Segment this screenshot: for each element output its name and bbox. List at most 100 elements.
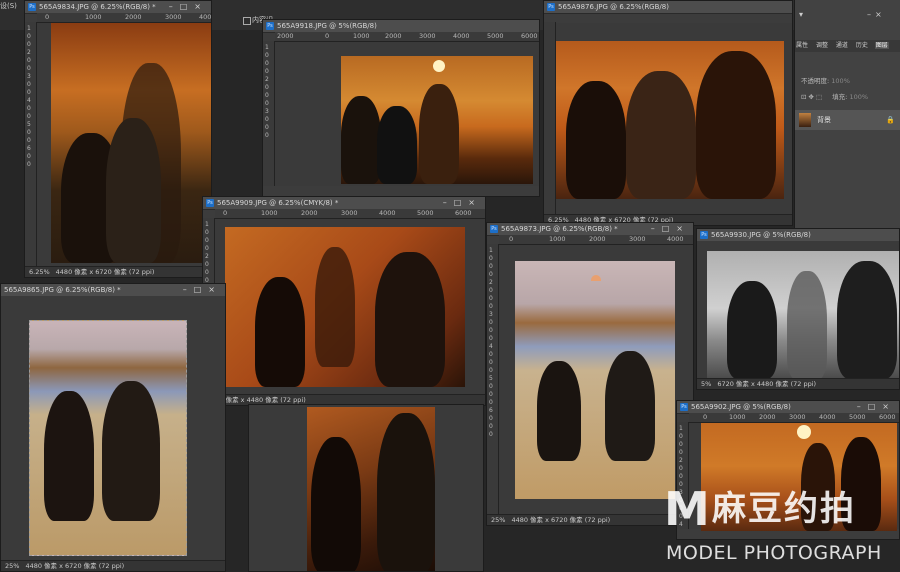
dropdown-icon[interactable]: ▾	[799, 10, 807, 19]
ruler-digit: 0	[27, 33, 31, 40]
tab-channels[interactable]: 通道	[835, 42, 849, 49]
ruler-digit: 0	[489, 295, 493, 302]
tab-history[interactable]: 历史	[855, 42, 869, 49]
photo-couple-seated-beach	[515, 261, 675, 499]
document-canvas[interactable]	[37, 23, 211, 267]
ruler-tick-label: 4000	[199, 13, 211, 21]
ruler-digit: 0	[489, 351, 493, 358]
ruler-tick-label: 0	[223, 209, 228, 217]
ruler-digit: 0	[489, 287, 493, 294]
window-controls[interactable]: –□×	[183, 284, 222, 296]
ruler-digit: 5	[489, 375, 493, 382]
window-title-bar[interactable]: Ps 565A9876.JPG @ 6.25%(RGB/8)	[544, 1, 792, 14]
layer-row-background[interactable]: 背景 🔒	[795, 110, 900, 130]
document-window-center[interactable]	[248, 404, 484, 572]
ruler-digit: 1	[205, 221, 209, 228]
opacity-row[interactable]: 不透明度: 100%	[801, 76, 897, 87]
photoshop-document-icon: Ps	[547, 3, 555, 11]
ruler-digit: 2	[679, 457, 683, 464]
ruler-digit: 0	[489, 335, 493, 342]
zoom-level: 25%	[491, 516, 506, 524]
fill-row[interactable]: ⊡ ✥ ⬚ 填充: 100%	[801, 92, 897, 103]
ruler-tick-label: 2000	[277, 32, 294, 40]
menu-fragment[interactable]: 设(S)	[0, 1, 17, 11]
layers-panel[interactable]: ▾ –× 属性 调整 通道 历史 图层 不透明度: 100% ⊡ ✥ ⬚ 填充: 1…	[794, 0, 900, 228]
ruler-digit: 0	[205, 269, 209, 276]
photoshop-document-icon: Ps	[206, 199, 214, 207]
tab-properties[interactable]: 属性	[795, 42, 809, 49]
photo-couple-seated-chairs	[29, 320, 187, 556]
document-window-565A9865[interactable]: 565A9865.JPG @ 6.25%(RGB/8) * –□× 25% 4480…	[0, 283, 226, 572]
watermark-chinese-text: 麻豆约拍	[712, 489, 856, 529]
document-canvas[interactable]	[1, 296, 225, 561]
vertical-ruler: 100020003000	[263, 41, 275, 186]
window-controls[interactable]: –□×	[169, 1, 208, 13]
watermark-logo: M	[664, 482, 710, 536]
ruler-digit: 5	[27, 121, 31, 128]
document-window-565A9909[interactable]: Ps 565A9909.JPG @ 6.25%(CMYK/8) * –□× 0 10…	[202, 196, 486, 406]
ruler-tick-label: 3000	[419, 32, 436, 40]
document-canvas[interactable]	[499, 245, 693, 515]
ruler-tick-label: 0	[703, 413, 708, 421]
ruler-digit: 0	[489, 359, 493, 366]
minimize-icon[interactable]: –	[867, 10, 875, 19]
ruler-digit: 0	[265, 116, 269, 123]
ruler-digit: 0	[265, 52, 269, 59]
ruler-digit: 6	[489, 407, 493, 414]
panel-toolbar: ▾ –×	[799, 10, 897, 26]
document-window-565A9873[interactable]: Ps 565A9873.JPG @ 6.25%(RGB/8) * –□× 0 100…	[486, 222, 694, 526]
ruler-digit: 0	[265, 60, 269, 67]
ruler-digit: 0	[27, 129, 31, 136]
ruler-digit: 0	[27, 65, 31, 72]
status-bar: 5% 6720 像素 x 4480 像素 (72 ppi)	[697, 378, 899, 389]
ruler-tick-label: 2000	[125, 13, 142, 21]
lock-icons[interactable]: ⊡ ✥ ⬚	[801, 93, 822, 101]
photoshop-document-icon: Ps	[680, 403, 688, 411]
window-title: 565A9930.JPG @ 5%(RGB/8)	[711, 231, 811, 239]
document-canvas[interactable]	[249, 405, 483, 571]
document-window-565A9918[interactable]: Ps 565A9918.JPG @ 5%(RGB/8) 2000 0 1000 2…	[262, 19, 540, 197]
ruler-tick-label: 1000	[85, 13, 102, 21]
ruler-tick-label: 6000	[879, 413, 896, 421]
close-icon[interactable]: ×	[875, 10, 886, 19]
window-controls[interactable]: –□×	[443, 197, 482, 209]
window-controls[interactable]: –□×	[857, 401, 896, 413]
horizontal-ruler: 0 1000 2000 3000 4000 5000 6000	[215, 209, 485, 219]
ruler-digit: 0	[265, 132, 269, 139]
zoom-level: 6.25%	[29, 268, 50, 276]
document-canvas[interactable]	[697, 241, 899, 379]
document-canvas[interactable]	[556, 23, 792, 215]
ruler-tick-label: 0	[45, 13, 50, 21]
horizontal-ruler: 0 1000 2000 3000 4000	[37, 13, 211, 23]
panel-tabs[interactable]: 属性 调整 通道 历史 图层	[795, 40, 900, 52]
photo-couple-closeup-shadows	[556, 41, 784, 199]
document-window-565A9834[interactable]: Ps 565A9834.JPG @ 6.25%(RGB/8) * –□× 0 100…	[24, 0, 212, 278]
opacity-value[interactable]: 100%	[831, 77, 850, 85]
ruler-digit: 3	[489, 311, 493, 318]
layer-thumbnail	[799, 113, 811, 127]
ruler-digit: 0	[27, 105, 31, 112]
ruler-digit: 0	[265, 84, 269, 91]
ruler-digit: 0	[489, 271, 493, 278]
ruler-digit: 0	[27, 57, 31, 64]
horizontal-ruler: 0 1000 2000 3000 4000 5000 6000	[689, 413, 899, 423]
content-aware-checkbox[interactable]	[243, 17, 251, 25]
window-title: 565A9909.JPG @ 6.25%(CMYK/8) *	[217, 199, 339, 207]
fill-value[interactable]: 100%	[849, 93, 868, 101]
tab-adjustments[interactable]: 调整	[815, 42, 829, 49]
document-canvas[interactable]	[215, 219, 485, 395]
document-window-565A9876[interactable]: Ps 565A9876.JPG @ 6.25%(RGB/8) 6.25% 4480 …	[543, 0, 793, 226]
ruler-digit: 0	[489, 367, 493, 374]
tab-layers[interactable]: 图层	[874, 42, 889, 49]
window-title: 565A9902.JPG @ 5%(RGB/8)	[691, 403, 791, 411]
watermark: M 麻豆约拍 MODEL PHOTOGRAPH	[664, 486, 896, 572]
ruler-digit: 0	[27, 113, 31, 120]
document-window-565A9930[interactable]: Ps 565A9930.JPG @ 5%(RGB/8) 5% 6720 像素 x 4…	[696, 228, 900, 390]
ruler-tick-label: 3000	[165, 13, 182, 21]
ruler-digit: 1	[489, 247, 493, 254]
ruler-tick-label: 5000	[849, 413, 866, 421]
ruler-digit: 0	[265, 124, 269, 131]
window-controls[interactable]: –□×	[651, 223, 690, 235]
document-canvas[interactable]	[275, 42, 539, 186]
ruler-tick-label: 4000	[819, 413, 836, 421]
